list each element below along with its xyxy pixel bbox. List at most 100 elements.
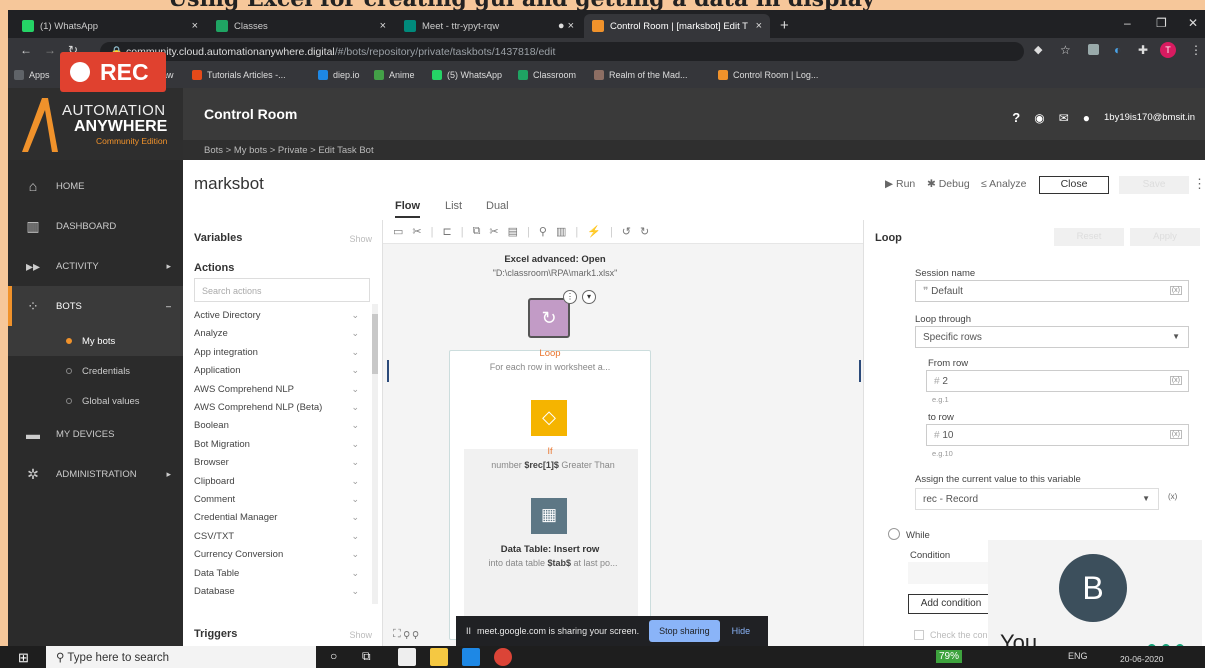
more-icon[interactable]: ⋮: [1193, 176, 1205, 192]
hide-button[interactable]: Hide: [732, 626, 751, 636]
close-window-button[interactable]: ✕: [1188, 16, 1198, 30]
delete-icon[interactable]: ▥: [556, 225, 566, 238]
new-tab-button[interactable]: +: [780, 17, 789, 34]
menu-icon[interactable]: ⋮: [1190, 43, 1202, 57]
loop-node-title[interactable]: Loop: [449, 348, 651, 359]
minimize-button[interactable]: –: [1124, 16, 1131, 30]
bookmark-control-room[interactable]: Control Room | Log...: [718, 70, 818, 80]
close-tab-icon[interactable]: ×: [380, 20, 386, 32]
action-item[interactable]: App integration ⌄: [194, 347, 359, 358]
add-condition-button[interactable]: Add condition: [908, 594, 994, 614]
chevron-down-icon[interactable]: ▾: [582, 290, 596, 304]
sidebar-item-activity[interactable]: ▸▸ ACTIVITY ▸: [8, 246, 183, 286]
task-view-icon[interactable]: ⧉: [362, 649, 371, 664]
tab-list[interactable]: List: [445, 200, 462, 212]
language-indicator[interactable]: ENG: [1068, 651, 1088, 661]
apply-button[interactable]: Apply: [1130, 228, 1200, 246]
toolbar-icon[interactable]: ⚡: [587, 225, 601, 238]
from-row-field[interactable]: # 2 (x): [926, 370, 1189, 392]
close-tab-icon[interactable]: ×: [756, 20, 762, 32]
action-item[interactable]: CSV/TXT ⌄: [194, 531, 359, 542]
triggers-show-toggle[interactable]: Show: [349, 630, 372, 640]
variables-show-toggle[interactable]: Show: [349, 234, 372, 244]
cortana-icon[interactable]: ○: [330, 649, 337, 663]
more-options-icon[interactable]: ⋮: [563, 290, 577, 304]
reset-button[interactable]: Reset: [1054, 228, 1124, 246]
bookmark-classroom[interactable]: Classroom: [518, 70, 576, 80]
action-item[interactable]: Analyze ⌄: [194, 328, 359, 339]
close-tab-icon[interactable]: ×: [192, 20, 198, 32]
assign-variable-select[interactable]: rec - Record ▼: [915, 488, 1159, 510]
user-email[interactable]: 1by19is170@bmsit.in: [1104, 112, 1195, 123]
while-radio[interactable]: [888, 528, 900, 540]
actions-scrollbar[interactable]: [372, 304, 378, 604]
action-item[interactable]: AWS Comprehend NLP ⌄: [194, 384, 359, 395]
action-item[interactable]: Active Directory ⌄: [194, 310, 359, 321]
forward-icon[interactable]: →: [44, 43, 56, 57]
stop-sharing-button[interactable]: Stop sharing: [649, 620, 720, 642]
bookmark-tutorials[interactable]: Tutorials Articles -...: [192, 70, 286, 80]
action-item[interactable]: Boolean ⌄: [194, 420, 359, 431]
profile-avatar[interactable]: T: [1160, 42, 1176, 58]
extension-icon[interactable]: ◐: [1114, 43, 1121, 57]
sidebar-item-administration[interactable]: ✲ ADMINISTRATION ▸: [8, 454, 183, 494]
action-item[interactable]: Credential Manager ⌄: [194, 512, 359, 523]
loop-node-icon[interactable]: ↻: [528, 298, 570, 338]
loop-through-select[interactable]: Specific rows ▼: [915, 326, 1189, 348]
if-node-icon[interactable]: ◇: [531, 400, 567, 436]
save-button[interactable]: Save: [1119, 176, 1189, 194]
clock-date[interactable]: 20-06-2020: [1120, 654, 1163, 664]
file-explorer-icon[interactable]: [430, 648, 448, 666]
sidebar-item-my-devices[interactable]: ▬ MY DEVICES: [8, 414, 183, 454]
data-table-node-title[interactable]: Data Table: Insert row: [449, 544, 651, 555]
star-icon[interactable]: ☆: [1060, 43, 1071, 57]
action-item[interactable]: Comment ⌄: [194, 494, 359, 505]
breadcrumb[interactable]: Bots > My bots > Private > Edit Task Bot: [183, 140, 1205, 160]
windows-start-icon[interactable]: ⊞: [18, 650, 29, 666]
toolbar-icon[interactable]: ⊏: [442, 225, 451, 238]
extension-icon[interactable]: ◆: [1034, 43, 1042, 56]
close-tab-icon[interactable]: ● ×: [558, 20, 574, 32]
to-row-field[interactable]: # 10 (x): [926, 424, 1189, 446]
user-icon[interactable]: ●: [1083, 111, 1090, 125]
cut-icon[interactable]: ✂: [489, 225, 498, 238]
run-button[interactable]: ▶ Run: [885, 178, 915, 190]
tab-meet[interactable]: Meet - ttr-ypyt-rqw ● ×: [396, 14, 582, 38]
toolbar-icon[interactable]: ▭: [393, 225, 403, 238]
paste-icon[interactable]: ▤: [508, 225, 518, 238]
action-item[interactable]: AWS Comprehend NLP (Beta) ⌄: [194, 402, 359, 413]
bookmark-whatsapp[interactable]: (5) WhatsApp: [432, 70, 502, 80]
mail-icon[interactable]: [398, 648, 416, 666]
toolbar-icon[interactable]: ✂: [412, 225, 421, 238]
zoom-controls[interactable]: ⛶ ⚲ ⚲: [393, 628, 419, 641]
search-actions-input[interactable]: Search actions: [194, 278, 370, 302]
more-options-icon[interactable]: ●●●: [1146, 637, 1188, 646]
sidebar-subitem-my-bots[interactable]: My bots: [8, 326, 183, 356]
action-item[interactable]: Database ⌄: [194, 586, 359, 597]
close-button[interactable]: Close: [1039, 176, 1109, 194]
bookmark-anime[interactable]: Anime: [374, 70, 415, 80]
puzzle-icon[interactable]: ✚: [1138, 43, 1148, 57]
action-item[interactable]: Clipboard ⌄: [194, 476, 359, 487]
maximize-button[interactable]: ❐: [1156, 16, 1167, 30]
battery-indicator[interactable]: 79%: [936, 650, 963, 663]
sidebar-subitem-credentials[interactable]: Credentials: [8, 356, 183, 386]
bookmark-diep[interactable]: diep.io: [318, 70, 360, 80]
extension-icon[interactable]: [1088, 44, 1099, 55]
url-field[interactable]: 🔒 community.cloud.automationanywhere.dig…: [100, 42, 1024, 61]
meet-self-view[interactable]: B You ●●●: [988, 540, 1202, 646]
triggers-heading[interactable]: Triggers: [194, 628, 237, 640]
copy-icon[interactable]: ⧉: [473, 225, 481, 238]
app-l-icon[interactable]: [462, 648, 480, 666]
redo-icon[interactable]: ↻: [640, 225, 649, 238]
sidebar-subitem-global-values[interactable]: Global values: [8, 386, 183, 416]
right-resize-handle[interactable]: [859, 360, 861, 382]
undo-icon[interactable]: ↺: [622, 225, 631, 238]
sidebar-item-bots[interactable]: ⁘ BOTS –: [8, 286, 183, 326]
bookmark-realm[interactable]: Realm of the Mad...: [594, 70, 688, 80]
tab-dual[interactable]: Dual: [486, 200, 509, 212]
tab-flow[interactable]: Flow: [395, 200, 421, 218]
globe-icon[interactable]: ◉: [1034, 111, 1044, 125]
debug-button[interactable]: ✱ Debug: [927, 178, 970, 190]
sidebar-item-dashboard[interactable]: ▥ DASHBOARD: [8, 206, 183, 246]
